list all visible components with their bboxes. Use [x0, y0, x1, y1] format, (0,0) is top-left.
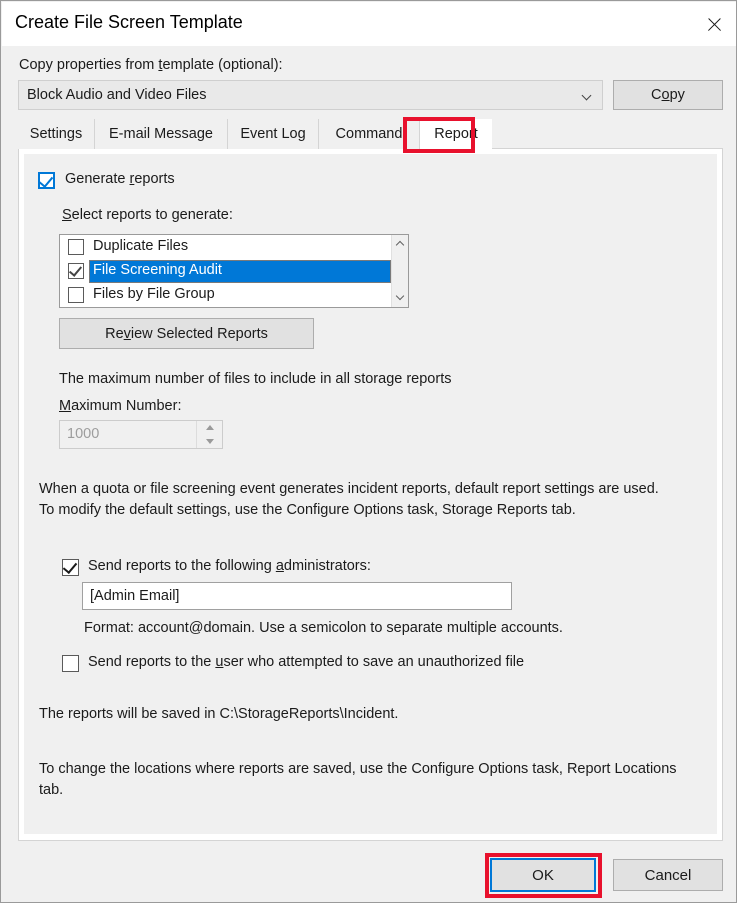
- tab-settings[interactable]: Settings: [18, 119, 95, 149]
- report-checkbox-duplicate-files[interactable]: [68, 239, 84, 255]
- reports-listbox[interactable]: Duplicate Files File Screening Audit Fil…: [59, 234, 409, 308]
- report-tab-inner-pane: Generate reports Select reports to gener…: [24, 154, 717, 834]
- listbox-scrollbar[interactable]: [391, 235, 408, 307]
- spinner-up-icon: [205, 425, 214, 430]
- admin-email-field[interactable]: [82, 582, 512, 610]
- template-combobox-value: Block Audio and Video Files: [27, 87, 207, 103]
- scroll-up-button[interactable]: [392, 235, 408, 252]
- chevron-down-icon: [583, 92, 592, 101]
- spinner-up-button[interactable]: [197, 421, 222, 434]
- close-icon: [706, 16, 723, 33]
- max-files-description: The maximum number of files to include i…: [59, 371, 452, 387]
- list-item[interactable]: Files by File Group: [60, 284, 391, 307]
- tab-report[interactable]: Report: [420, 119, 492, 149]
- tab-strip: Settings E-mail Message Event Log Comman…: [18, 119, 723, 149]
- send-admins-checkbox[interactable]: [62, 558, 79, 576]
- generate-reports-checkbox[interactable]: [38, 172, 55, 189]
- chevron-up-icon: [397, 240, 404, 247]
- report-tab-panel: Generate reports Select reports to gener…: [18, 149, 723, 841]
- tab-command[interactable]: Command: [319, 119, 420, 149]
- send-user-checkbox[interactable]: [62, 655, 79, 672]
- cancel-button[interactable]: Cancel: [613, 859, 723, 891]
- spinner-down-icon: [205, 439, 214, 444]
- select-reports-label: Select reports to generate:: [62, 207, 233, 223]
- send-user-label: Send reports to the user who attempted t…: [88, 654, 525, 670]
- email-format-hint: Format: account@domain. Use a semicolon …: [84, 620, 563, 636]
- quota-info-paragraph: When a quota or file screening event gen…: [39, 481, 659, 518]
- spinner-down-button[interactable]: [197, 435, 222, 448]
- list-item[interactable]: File Screening Audit: [60, 260, 391, 284]
- review-selected-reports-button[interactable]: Re v iew Selected Reports: [59, 318, 314, 349]
- max-number-value: 1000: [67, 426, 100, 442]
- max-number-label: Maximum Number:: [59, 398, 182, 414]
- copy-button[interactable]: Co py: [613, 80, 723, 110]
- list-item-label: Duplicate Files: [93, 238, 189, 254]
- title-bar: Create File Screen Template: [2, 2, 736, 46]
- ok-button[interactable]: OK: [490, 858, 596, 892]
- chevron-down-icon: [397, 293, 404, 300]
- tab-email-message[interactable]: E-mail Message: [95, 119, 228, 149]
- spinner-buttons: [196, 421, 222, 448]
- list-item-label: Files by File Group: [93, 286, 215, 302]
- scroll-down-button[interactable]: [392, 288, 408, 305]
- create-file-screen-template-dialog: Create File Screen Template Copy propert…: [0, 0, 737, 903]
- report-checkbox-file-screening-audit[interactable]: [68, 263, 84, 279]
- send-admins-label: Send reports to the following administra…: [88, 558, 371, 574]
- close-button[interactable]: [691, 2, 736, 46]
- page-title: Create File Screen Template: [15, 12, 243, 32]
- report-checkbox-files-by-file-group[interactable]: [68, 287, 84, 303]
- copy-from-template-label: Copy properties from template (optional)…: [19, 57, 283, 73]
- max-number-spinner[interactable]: 1000: [59, 420, 223, 449]
- reports-save-path-text: The reports will be saved in C:\StorageR…: [39, 706, 399, 722]
- list-item-label: File Screening Audit: [93, 262, 222, 278]
- change-locations-text: To change the locations where reports ar…: [39, 761, 677, 798]
- template-combobox[interactable]: Block Audio and Video Files: [18, 80, 603, 110]
- tab-event-log[interactable]: Event Log: [228, 119, 319, 149]
- generate-reports-label: Generate reports: [65, 171, 175, 187]
- list-item[interactable]: Duplicate Files: [60, 236, 391, 260]
